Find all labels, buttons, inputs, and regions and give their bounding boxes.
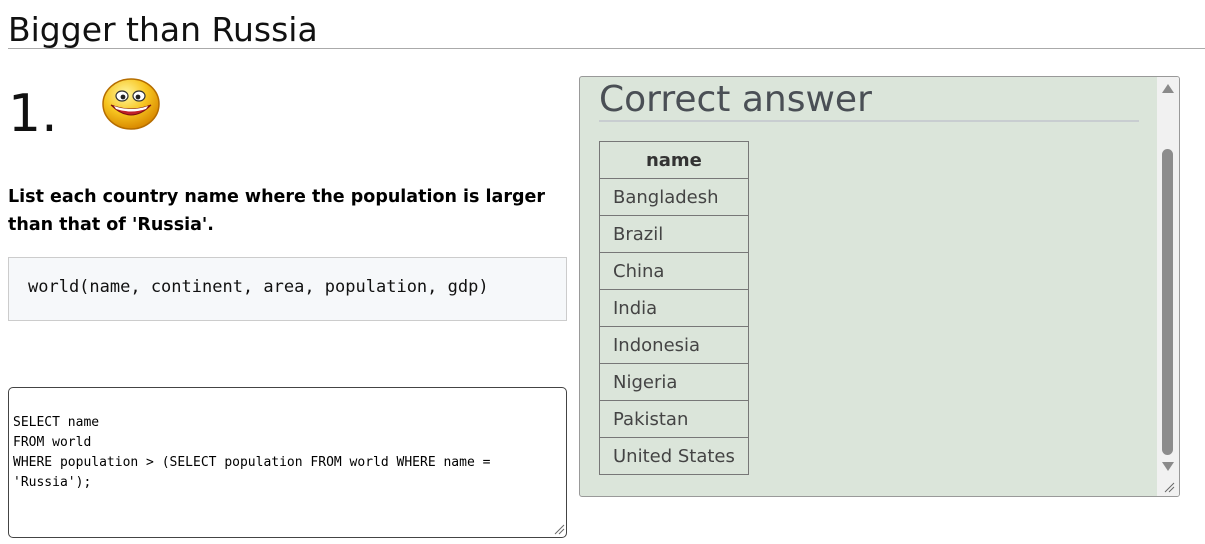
table-cell: China bbox=[599, 252, 749, 290]
scroll-thumb[interactable] bbox=[1162, 149, 1173, 455]
table-row: Bangladesh bbox=[599, 178, 749, 216]
result-table: name Bangladesh Brazil China India Indon… bbox=[599, 141, 749, 475]
table-cell: United States bbox=[599, 437, 749, 475]
answer-panel: Correct answer name Bangladesh Brazil Ch… bbox=[579, 76, 1180, 497]
smiley-face-icon bbox=[102, 78, 160, 130]
panel-resize-icon[interactable] bbox=[1164, 482, 1175, 493]
question-number: 1. bbox=[8, 84, 58, 144]
editor-resize-icon[interactable] bbox=[554, 524, 565, 535]
scroll-up-icon[interactable] bbox=[1162, 84, 1174, 93]
table-cell: Indonesia bbox=[599, 326, 749, 364]
page-title: Bigger than Russia bbox=[8, 10, 318, 49]
answer-divider bbox=[599, 120, 1139, 122]
table-cell: Nigeria bbox=[599, 363, 749, 401]
table-cell: Pakistan bbox=[599, 400, 749, 438]
table-row: Indonesia bbox=[599, 326, 749, 364]
table-row: Pakistan bbox=[599, 400, 749, 438]
table-row: India bbox=[599, 289, 749, 327]
answer-heading: Correct answer bbox=[599, 79, 872, 120]
scroll-down-icon[interactable] bbox=[1162, 462, 1174, 471]
table-row: United States bbox=[599, 437, 749, 475]
column-header-name: name bbox=[599, 141, 749, 179]
table-header-row: name bbox=[599, 141, 749, 179]
table-row: Nigeria bbox=[599, 363, 749, 401]
table-cell: India bbox=[599, 289, 749, 327]
table-cell: Bangladesh bbox=[599, 178, 749, 216]
question-text: List each country name where the populat… bbox=[8, 187, 546, 235]
table-row: China bbox=[599, 252, 749, 290]
sql-editor[interactable]: SELECT name FROM world WHERE population … bbox=[8, 387, 567, 538]
schema-box: world(name, continent, area, population,… bbox=[8, 257, 567, 321]
vertical-scrollbar[interactable] bbox=[1157, 77, 1179, 496]
schema-code: world(name, continent, area, population,… bbox=[28, 277, 489, 297]
table-row: Brazil bbox=[599, 215, 749, 253]
title-divider bbox=[8, 48, 1205, 49]
table-cell: Brazil bbox=[599, 215, 749, 253]
